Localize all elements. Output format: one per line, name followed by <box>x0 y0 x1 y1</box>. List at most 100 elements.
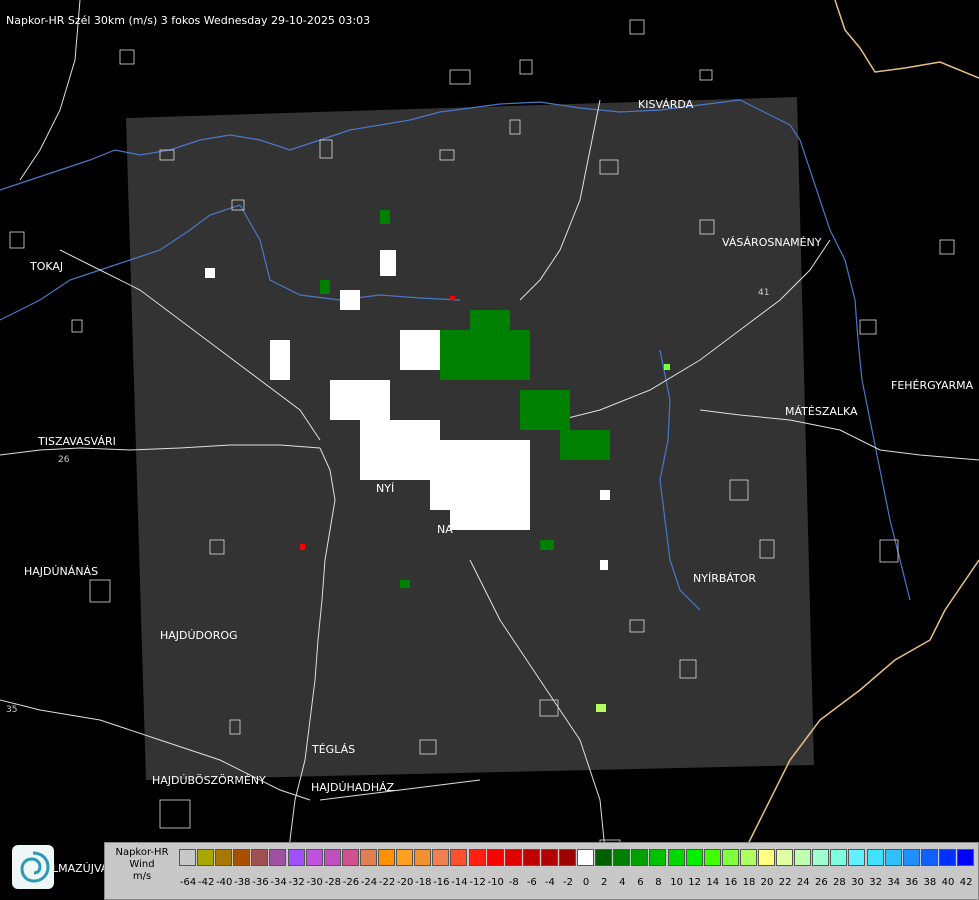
legend-tick-label: 38 <box>923 877 937 888</box>
legend-swatch <box>414 849 432 866</box>
legend-swatch <box>305 849 323 866</box>
city-label-fehergyarmat: FEHÉRGYARMA <box>891 379 974 392</box>
legend-swatch <box>884 849 902 866</box>
city-label-hajduhadhaz: HAJDÚHADHÁZ <box>311 781 395 794</box>
legend-swatch <box>179 849 196 866</box>
legend-product: Napkor-HR <box>115 847 169 858</box>
legend-tick-label: 6 <box>637 877 644 888</box>
legend-tick-label: -42 <box>197 877 215 888</box>
legend-swatch <box>287 849 305 866</box>
radar-map: KISVÁRDA VÁSÁROSNAMÉNY TOKAJ FEHÉRGYARMA… <box>0 0 979 900</box>
legend-tick-label: -40 <box>216 877 233 888</box>
legend-swatch <box>504 849 522 866</box>
legend-swatch <box>758 849 775 866</box>
legend-tick-label: -28 <box>324 877 341 888</box>
legend-tick-label: -64 <box>179 877 197 888</box>
legend-tick-label: -32 <box>288 877 305 888</box>
road-number-26: 26 <box>58 455 70 465</box>
legend-swatch <box>251 849 269 866</box>
legend-tick-label: -30 <box>306 877 323 888</box>
city-label-vasarosnameny: VÁSÁROSNAMÉNY <box>722 236 822 249</box>
legend-tick-label: 22 <box>778 877 792 888</box>
legend-swatch <box>848 849 866 866</box>
legend-tick-label: -38 <box>234 877 251 888</box>
legend-tick-label: 32 <box>869 877 882 888</box>
legend-swatch <box>432 849 450 866</box>
legend-swatch <box>703 849 721 866</box>
legend-swatch <box>558 849 576 866</box>
color-legend: Napkor-HR Wind m/s -64 -42 -40 -38 -36 -34 -32… <box>104 842 979 900</box>
legend-swatch <box>595 849 613 866</box>
legend-tick-label: 14 <box>706 877 720 888</box>
legend-tick-label: 34 <box>887 877 901 888</box>
legend-swatch <box>396 849 414 866</box>
legend-tick-label: -12 <box>469 877 486 888</box>
city-label-tiszavasvari: TISZAVASVÁRI <box>37 435 116 448</box>
legend-tick-label: 42 <box>959 877 973 888</box>
radar-coverage-area <box>126 97 814 780</box>
legend-tick-label: -26 <box>342 877 360 888</box>
legend-tick-label: -22 <box>378 877 396 888</box>
legend-tick-label: 10 <box>670 877 683 888</box>
legend-swatch <box>486 849 504 866</box>
legend-swatch <box>359 849 377 866</box>
legend-swatch <box>938 849 956 866</box>
legend-tick-label: 16 <box>724 877 738 888</box>
legend-swatch <box>577 849 595 866</box>
legend-label: Napkor-HR Wind m/s <box>107 847 177 883</box>
legend-swatch <box>794 849 812 866</box>
legend-tick-label: -24 <box>360 877 378 888</box>
legend-tick-label: 2 <box>601 877 608 888</box>
legend-tick-label: -16 <box>433 877 450 888</box>
legend-swatches <box>179 849 975 868</box>
legend-swatch <box>522 849 540 866</box>
legend-swatch <box>739 849 757 866</box>
legend-swatch <box>341 849 359 866</box>
legend-swatch <box>685 849 703 866</box>
legend-unit: m/s <box>132 871 152 882</box>
legend-swatch <box>631 849 649 866</box>
legend-swatch <box>920 849 938 866</box>
legend-swatch <box>667 849 685 866</box>
legend-swatch <box>269 849 287 866</box>
city-label-teglas: TÉGLÁS <box>311 743 355 756</box>
city-label-hajduboszormeny: HAJDÚBÖSZÖRMÉNY <box>152 774 266 787</box>
legend-tick-label: -14 <box>451 877 468 888</box>
legend-swatch <box>197 849 215 866</box>
legend-tick-label: 0 <box>582 877 590 888</box>
legend-swatch <box>830 849 848 866</box>
legend-tick-label: 40 <box>941 877 955 888</box>
legend-swatch <box>776 849 794 866</box>
legend-swatch <box>613 849 631 866</box>
legend-quantity: Wind <box>129 859 155 870</box>
legend-tick-label: -2 <box>563 877 573 888</box>
legend-swatch <box>450 849 468 866</box>
legend-tick-label: -10 <box>487 877 504 888</box>
legend-tick-label: 24 <box>796 877 810 888</box>
legend-tick-label: -4 <box>544 877 555 888</box>
legend-swatch <box>649 849 667 866</box>
legend-swatch <box>540 849 558 866</box>
legend-tick-label: -36 <box>252 877 269 888</box>
city-label-hajdudorog: HAJDÚDOROG <box>160 629 238 642</box>
map-title: Napkor-HR Szél 30km (m/s) 3 fokos Wednes… <box>6 14 371 27</box>
city-label-mateszalka: MÁTÉSZALKA <box>785 405 858 418</box>
legend-swatch <box>866 849 884 866</box>
legend-swatch <box>468 849 486 866</box>
city-label-nyiregyhaza: NYÍ <box>376 482 394 495</box>
road-number-35: 35 <box>6 705 17 715</box>
legend-ticks: -64 -42 -40 -38 -36 -34 -32 -30 -28 -26 -24 -22 -20-… <box>179 877 975 891</box>
napkor-logo <box>12 845 54 889</box>
city-label-tokaj: TOKAJ <box>29 260 63 273</box>
city-label-kisvarda: KISVÁRDA <box>638 98 694 111</box>
legend-swatch <box>902 849 920 866</box>
legend-tick-label: -8 <box>508 877 519 888</box>
city-label-hajdunanas: HAJDÚNÁNÁS <box>24 565 98 578</box>
legend-tick-label: 20 <box>760 877 774 888</box>
legend-swatch <box>233 849 251 866</box>
legend-tick-label: 26 <box>814 877 828 888</box>
road-number-41: 41 <box>758 288 769 298</box>
legend-tick-label: 36 <box>905 877 919 888</box>
legend-tick-label: 12 <box>688 877 702 888</box>
legend-tick-label: -6 <box>526 877 537 888</box>
